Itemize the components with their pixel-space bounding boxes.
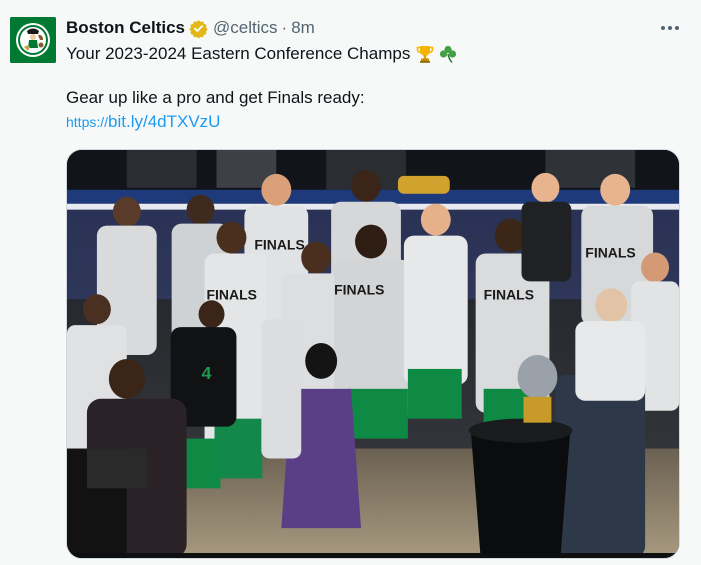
celtics-logo-icon xyxy=(10,17,56,63)
link-path: bit.ly/4dTXVzU xyxy=(108,112,221,131)
shortened-link[interactable]: https://bit.ly/4dTXVzU xyxy=(66,112,220,131)
shirt-label: FINALS xyxy=(334,281,384,297)
author-handle[interactable]: @celtics xyxy=(213,18,278,38)
jersey-number: 4 xyxy=(202,363,212,383)
tweet-card[interactable]: Boston Celtics @celtics · 8m Your 2023-2… xyxy=(0,0,701,565)
tweet-text-line-1: Your 2023-2024 Eastern Conference Champs xyxy=(66,44,411,63)
more-dots-icon[interactable] xyxy=(656,17,684,39)
shirt-label: FINALS xyxy=(254,237,304,253)
tweet-text-line-2: Gear up like a pro and get Finals ready: xyxy=(66,88,365,107)
tweet-timestamp[interactable]: 8m xyxy=(291,18,315,38)
trophy-emoji-icon xyxy=(417,46,434,63)
author-display-name[interactable]: Boston Celtics xyxy=(66,18,185,38)
tweet-header: Boston Celtics @celtics · 8m xyxy=(66,17,315,39)
shirt-label: FINALS xyxy=(585,244,635,260)
tweet-text: Your 2023-2024 Eastern Conference Champs… xyxy=(66,42,676,134)
shamrock-emoji-icon xyxy=(440,45,457,64)
avatar[interactable] xyxy=(10,17,56,63)
celebration-photo: FINALS FINALS FINALS FINALS FINALS 4 xyxy=(67,150,679,558)
shirt-label: FINALS xyxy=(484,286,534,302)
tweet-media-photo[interactable]: FINALS FINALS FINALS FINALS FINALS 4 xyxy=(66,149,680,559)
link-protocol: https:// xyxy=(66,114,109,130)
gold-verified-badge-icon[interactable] xyxy=(189,19,208,38)
header-separator: · xyxy=(281,18,288,37)
shirt-label: FINALS xyxy=(207,286,257,302)
